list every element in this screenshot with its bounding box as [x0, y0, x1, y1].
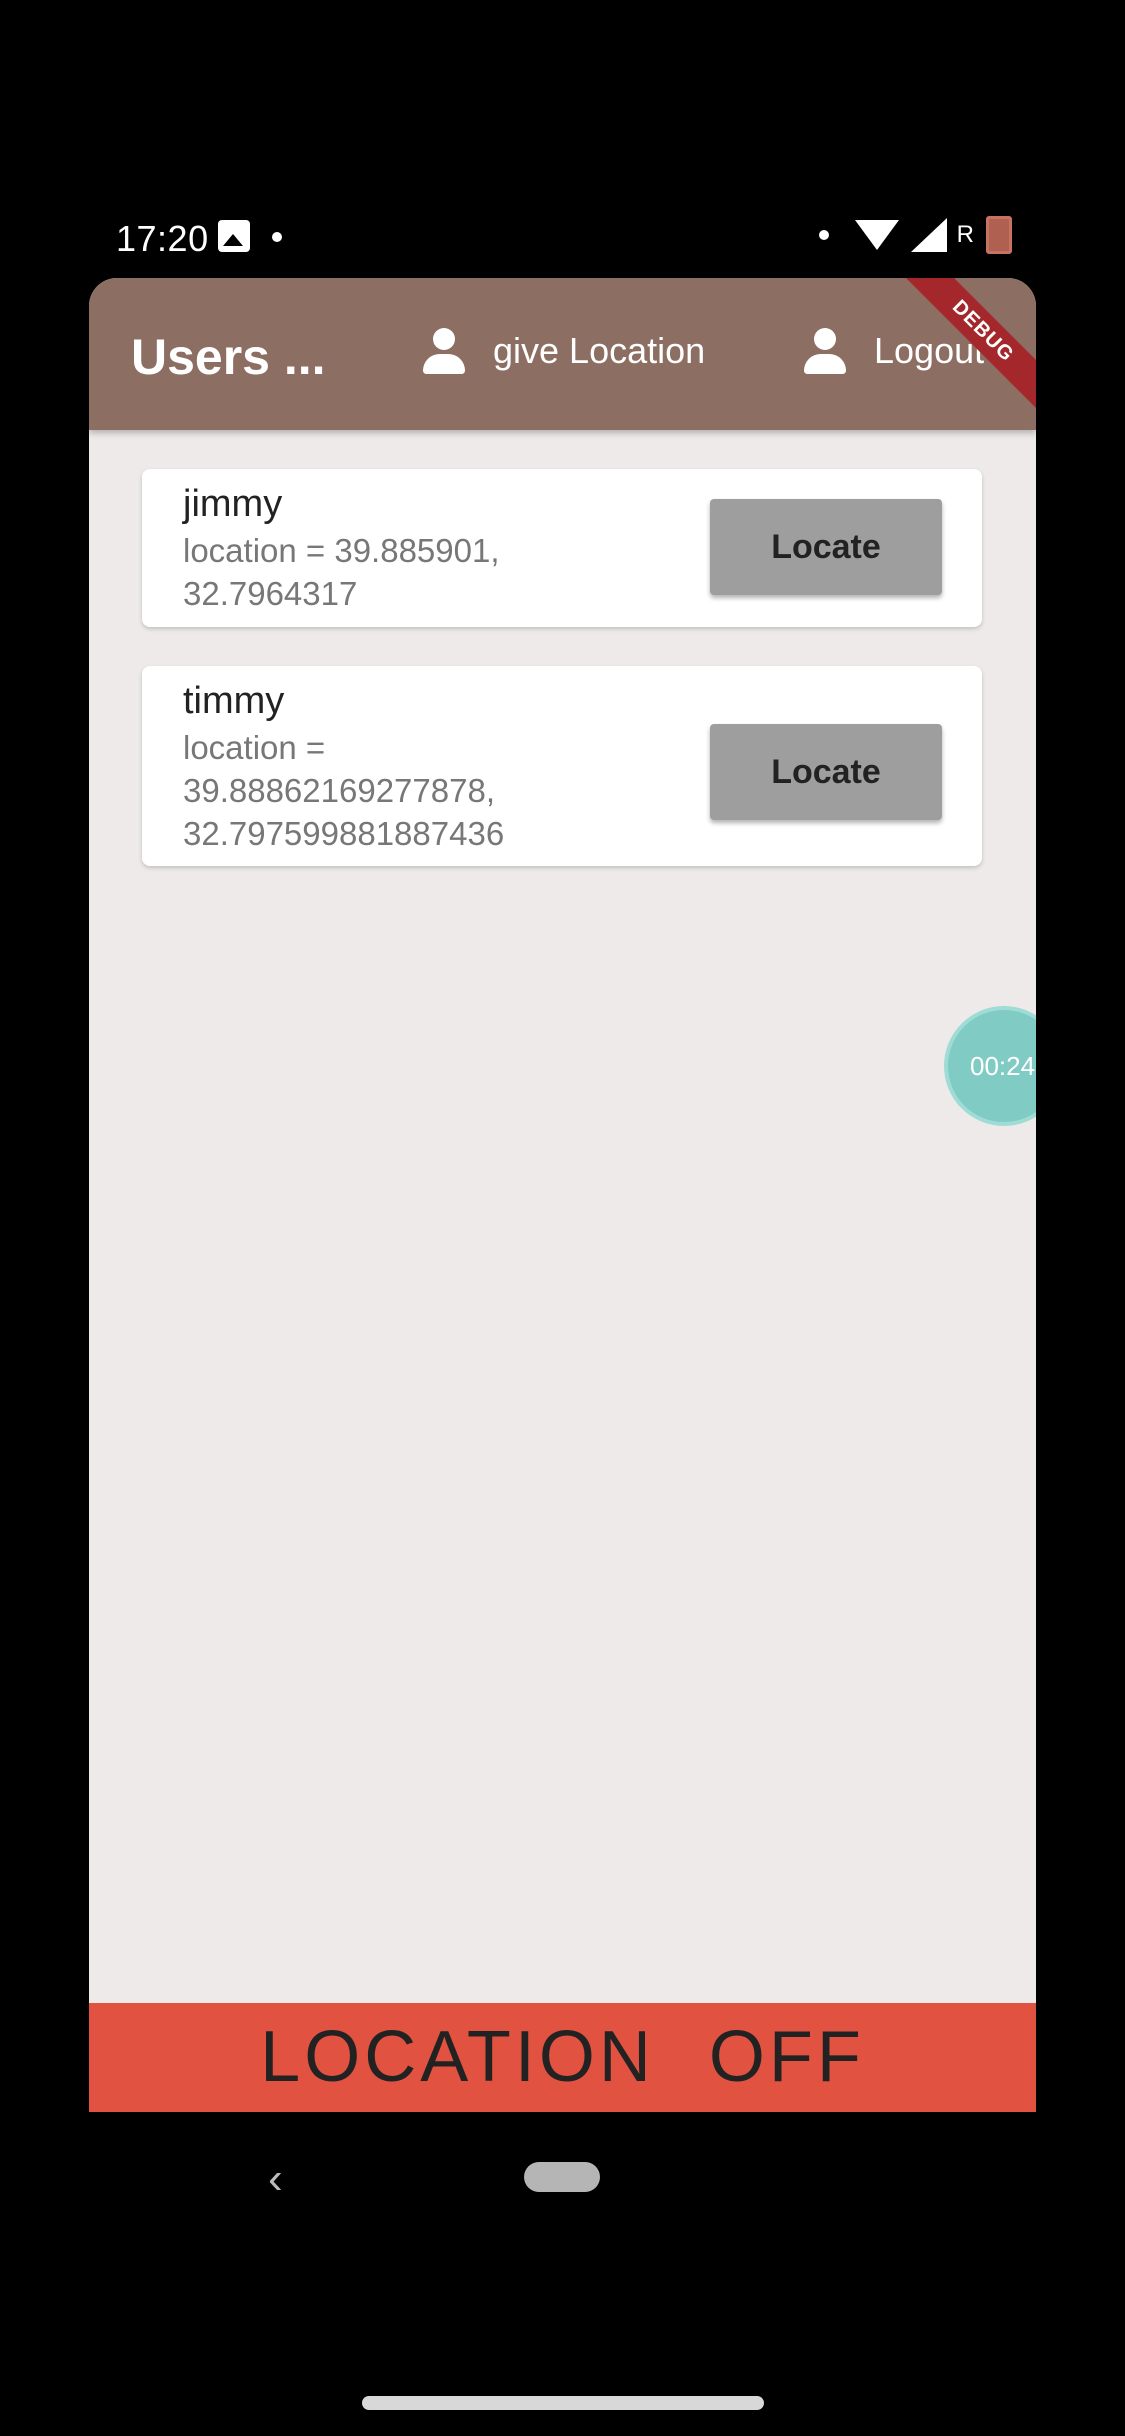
status-icons: R [818, 216, 1012, 254]
person-icon [421, 328, 467, 374]
notification-dot-icon [272, 232, 282, 242]
roaming-indicator: R [956, 221, 974, 248]
status-bar: 17:20 R [0, 200, 1125, 280]
user-name: timmy [183, 680, 285, 722]
app-window: Users ... give Location Logout DEBUG jim… [89, 278, 1036, 2112]
user-card: jimmy location = 39.885901, 32.7964317 L… [142, 469, 982, 627]
location-status-bar: LOCATION OFF [89, 2003, 1036, 2112]
back-icon[interactable]: ‹ [268, 2154, 283, 2204]
signal-icon [910, 218, 947, 252]
timer-bubble[interactable]: 00:24 [944, 1006, 1036, 1126]
user-name: jimmy [183, 483, 283, 525]
timer-text: 00:24 [970, 1050, 1036, 1081]
user-location: location = 39.88862169277878, 32.7975998… [183, 729, 505, 852]
logout-button[interactable]: Logout [802, 328, 984, 374]
user-location: location = 39.885901, 32.7964317 [183, 532, 500, 612]
person-icon [802, 328, 848, 374]
page-title: Users ... [131, 329, 326, 385]
give-location-label: give Location [493, 330, 706, 371]
battery-icon [986, 216, 1012, 254]
locate-button[interactable]: Locate [710, 724, 942, 820]
app-bar: Users ... give Location Logout DEBUG [89, 278, 1036, 430]
gesture-bar[interactable] [362, 2396, 764, 2410]
home-button[interactable] [524, 2162, 600, 2192]
photo-notification-icon [218, 220, 250, 252]
status-time: 17:20 [116, 218, 209, 259]
user-card: timmy location = 39.88862169277878, 32.7… [142, 666, 982, 866]
locate-button[interactable]: Locate [710, 499, 942, 595]
notification-dot-icon [818, 230, 829, 240]
wifi-icon [854, 220, 899, 250]
give-location-button[interactable]: give Location [421, 328, 705, 374]
